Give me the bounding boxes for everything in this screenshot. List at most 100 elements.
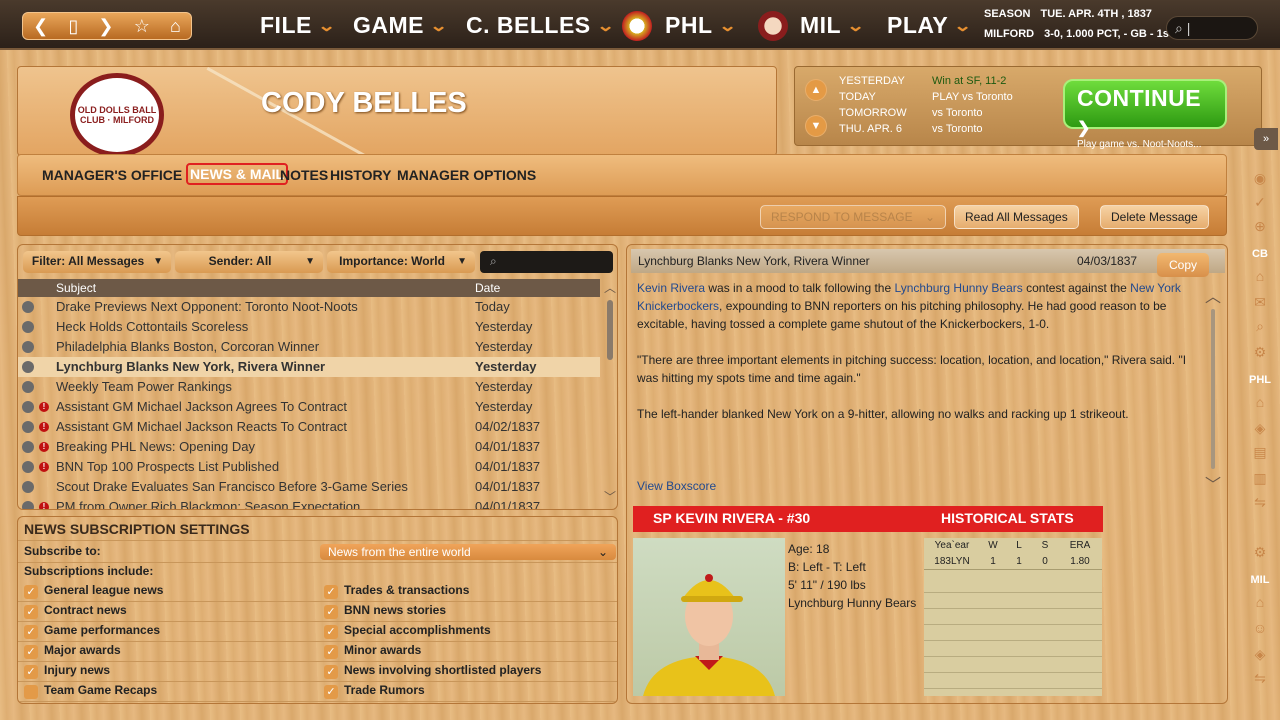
gear-icon[interactable]: ⚙ [1251, 344, 1269, 362]
forward-icon[interactable]: ❯ [98, 16, 113, 37]
menu-game[interactable]: GAME ⌄ [353, 12, 448, 39]
checkbox-icon[interactable]: ✓ [24, 645, 38, 659]
chevron-down-icon: ▼ [153, 256, 163, 267]
message-scrollbar[interactable]: ︿ ﹀ [1205, 283, 1221, 495]
menu-league[interactable]: PHL ⌄ [665, 12, 736, 39]
table-row[interactable]: Philadelphia Blanks Boston, Corcoran Win… [18, 337, 600, 357]
player-name[interactable]: SP KEVIN RIVERA - #30 [653, 506, 810, 530]
menu-opp[interactable]: MIL ⌄ [800, 12, 865, 39]
view-boxscore-link[interactable]: View Boxscore [637, 479, 716, 493]
checkbox-icon[interactable]: ✓ [324, 605, 338, 619]
subscription-scope-select[interactable]: News from the entire world ⌄ [320, 544, 616, 560]
sender-select[interactable]: Sender: All ▼ [175, 251, 323, 273]
gear-icon[interactable]: ⚙ [1251, 544, 1269, 562]
tab-manager-options[interactable]: MANAGER OPTIONS [397, 167, 536, 183]
check-icon[interactable]: ✓ [1251, 194, 1269, 212]
table-row[interactable]: ! Breaking PHL News: Opening Day 04/01/183… [18, 437, 600, 457]
subscription-label: News involving shortlisted players [344, 663, 542, 677]
checkbox-icon[interactable]: ✓ [324, 625, 338, 639]
list-scrollbar[interactable]: ︿ ﹀ [602, 279, 617, 509]
checkbox-icon[interactable]: ✓ [324, 685, 338, 699]
table-row[interactable]: ! Assistant GM Michael Jackson Agrees To … [18, 397, 600, 417]
tab-bar: MANAGER'S OFFICE NEWS & MAIL NOTES HISTO… [17, 154, 1227, 196]
tag-icon[interactable]: ◈ [1251, 646, 1269, 664]
table-row[interactable]: ! PM from Owner Rich Blackmon: Season Exp… [18, 497, 600, 509]
home-icon[interactable]: ⌂ [170, 16, 181, 37]
col-date[interactable]: Date [475, 279, 500, 297]
table-row[interactable]: Heck Holds Cottontails Scoreless Yesterda… [18, 317, 600, 337]
delete-message-button[interactable]: Delete Message [1100, 205, 1209, 229]
message-subject: Drake Previews Next Opponent: Toronto No… [56, 299, 358, 314]
table-row[interactable]: ! Assistant GM Michael Jackson Reacts To … [18, 417, 600, 437]
news-icon[interactable]: ▤ [1251, 444, 1269, 462]
pin-icon[interactable]: ◉ [1251, 170, 1269, 188]
chevron-up-icon[interactable]: ▲ [805, 79, 827, 101]
checkbox-icon[interactable]: ✓ [24, 625, 38, 639]
checkbox-icon[interactable]: ✓ [24, 665, 38, 679]
table-row[interactable]: Lynchburg Blanks New York, Rivera Winner… [18, 357, 600, 377]
home-icon[interactable]: ⌂ [1251, 394, 1269, 412]
stats-cell: 1.80 [1070, 556, 1090, 567]
filter-select[interactable]: Filter: All Messages ▼ [23, 251, 171, 273]
read-status-icon [22, 321, 34, 333]
subscription-panel: NEWS SUBSCRIPTION SETTINGS Subscribe to:… [17, 516, 618, 704]
chevron-down-icon[interactable]: ﹀ [1205, 471, 1221, 495]
menu-team[interactable]: C. BELLES ⌄ [466, 12, 615, 39]
subscription-title: NEWS SUBSCRIPTION SETTINGS [24, 521, 250, 537]
scroll-track[interactable] [1211, 309, 1215, 469]
message-list-panel: Filter: All Messages ▼ Sender: All ▼ Impor… [17, 244, 618, 510]
expand-sidebar-icon[interactable]: » [1254, 128, 1278, 150]
col-subject[interactable]: Subject [56, 279, 96, 297]
chevron-down-icon[interactable]: ﹀ [602, 488, 617, 505]
tab-news-mail[interactable]: NEWS & MAIL [186, 163, 289, 185]
tab-history[interactable]: HISTORY [330, 167, 391, 183]
checkbox-icon[interactable]: ✓ [324, 585, 338, 599]
back-icon[interactable]: ❮ [33, 16, 48, 37]
checkbox-icon[interactable]: ✓ [24, 605, 38, 619]
page-icon[interactable]: ▯ [68, 16, 78, 37]
scroll-thumb[interactable] [607, 300, 613, 360]
continue-button[interactable]: CONTINUE ❯ Play game vs. Noot-Noots... [1063, 79, 1227, 150]
checkbox-icon[interactable]: ✓ [24, 585, 38, 599]
table-row[interactable]: Weekly Team Power Rankings Yesterday [18, 377, 600, 397]
menu-file[interactable]: FILE ⌄ [260, 12, 336, 39]
stats-col-header: Yea`ear [934, 540, 970, 551]
respond-button[interactable]: RESPOND TO MESSAGE ⌄ [760, 205, 946, 229]
menu-play[interactable]: PLAY ⌄ [887, 12, 972, 39]
mail-icon[interactable]: ✉ [1251, 294, 1269, 312]
tag-icon[interactable]: ◈ [1251, 420, 1269, 438]
subscription-label: Special accomplishments [344, 623, 491, 637]
read-all-button[interactable]: Read All Messages [954, 205, 1079, 229]
chevron-down-icon[interactable]: ▼ [805, 115, 827, 137]
transactions-icon[interactable]: ⇋ [1251, 670, 1269, 688]
roster-icon[interactable]: ☺ [1251, 620, 1269, 638]
checkbox-icon[interactable]: ✓ [324, 645, 338, 659]
global-search-input[interactable]: ⌕ | [1166, 16, 1258, 40]
transactions-icon[interactable]: ⇋ [1251, 494, 1269, 512]
chevron-up-icon[interactable]: ︿ [1205, 283, 1221, 307]
message-date: Yesterday [475, 339, 533, 354]
table-row[interactable]: Drake Previews Next Opponent: Toronto No… [18, 297, 600, 317]
home-icon[interactable]: ⌂ [1251, 594, 1269, 612]
copy-button[interactable]: Copy [1157, 253, 1209, 277]
message-subject: Weekly Team Power Rankings [56, 379, 232, 394]
search-icon[interactable]: ⌕ [1251, 318, 1269, 336]
star-icon[interactable]: ☆ [134, 16, 150, 37]
table-row[interactable]: Scout Drake Evaluates San Francisco Befo… [18, 477, 600, 497]
home-icon[interactable]: ⌂ [1251, 268, 1269, 286]
chart-icon[interactable]: ▥ [1251, 470, 1269, 488]
player-team[interactable]: Lynchburg Hunny Bears [788, 596, 916, 610]
tab-notes[interactable]: NOTES [280, 167, 328, 183]
team-link[interactable]: Lynchburg Hunny Bears [894, 281, 1022, 295]
table-row[interactable]: ! BNN Top 100 Prospects List Published 04/… [18, 457, 600, 477]
baseball-icon[interactable]: ⊕ [1251, 218, 1269, 236]
importance-select[interactable]: Importance: World ▼ [327, 251, 475, 273]
divider [18, 621, 617, 622]
chevron-up-icon[interactable]: ︿ [602, 279, 617, 296]
checkbox-icon[interactable]: ✓ [324, 665, 338, 679]
checkbox-icon[interactable] [24, 685, 38, 699]
player-link[interactable]: Kevin Rivera [637, 281, 705, 295]
subscribe-to-label: Subscribe to: [24, 544, 101, 558]
message-search-input[interactable]: ⌕ [480, 251, 613, 273]
tab-managers-office[interactable]: MANAGER'S OFFICE [42, 167, 182, 183]
